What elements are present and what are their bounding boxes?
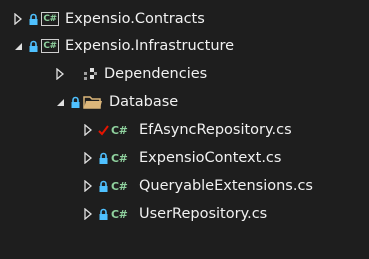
csharp-file-icon: C# — [111, 123, 128, 137]
csharp-project-icon: C# — [41, 12, 59, 26]
csharp-file-icon: C# — [111, 207, 128, 221]
solution-explorer-tree: C# Expensio.Contracts C# Expensio.Infras… — [0, 0, 369, 259]
checked-out-icon — [98, 124, 109, 137]
expand-arrow-icon[interactable] — [54, 68, 66, 80]
collapse-arrow-icon[interactable] — [54, 96, 66, 108]
tree-item-expensio-contracts[interactable]: C# Expensio.Contracts — [0, 5, 369, 33]
dependencies-icon — [82, 67, 98, 81]
tree-item-label: Expensio.Contracts — [65, 11, 205, 27]
expand-arrow-icon[interactable] — [12, 13, 24, 25]
expand-arrow-icon[interactable] — [82, 152, 94, 164]
tree-item-file[interactable]: C# QueryableExtensions.cs — [0, 172, 369, 200]
tree-item-file[interactable]: C# EfAsyncRepository.cs — [0, 116, 369, 144]
expand-arrow-icon[interactable] — [82, 124, 94, 136]
lock-icon — [28, 40, 39, 53]
csharp-project-icon: C# — [41, 39, 59, 53]
tree-item-label: ExpensioContext.cs — [139, 150, 282, 166]
expand-arrow-icon[interactable] — [82, 180, 94, 192]
expand-arrow-icon[interactable] — [82, 208, 94, 220]
tree-item-dependencies[interactable]: Dependencies — [0, 60, 369, 88]
tree-item-label: QueryableExtensions.cs — [139, 178, 313, 194]
collapse-arrow-icon[interactable] — [12, 40, 24, 52]
tree-item-label: Dependencies — [104, 66, 208, 82]
csharp-file-icon: C# — [111, 179, 128, 193]
lock-icon — [98, 180, 109, 193]
tree-item-label: EfAsyncRepository.cs — [139, 122, 292, 138]
lock-icon — [98, 152, 109, 165]
tree-item-file[interactable]: C# UserRepository.cs — [0, 200, 369, 228]
lock-icon — [98, 208, 109, 221]
tree-item-label: UserRepository.cs — [139, 206, 268, 222]
folder-open-icon — [83, 95, 103, 109]
lock-icon — [28, 13, 39, 26]
tree-item-database-folder[interactable]: Database — [0, 88, 369, 116]
tree-item-label: Expensio.Infrastructure — [65, 38, 235, 54]
tree-item-expensio-infrastructure[interactable]: C# Expensio.Infrastructure — [0, 32, 369, 60]
csharp-file-icon: C# — [111, 151, 128, 165]
tree-item-file[interactable]: C# ExpensioContext.cs — [0, 144, 369, 172]
tree-item-label: Database — [109, 94, 179, 110]
lock-icon — [70, 96, 81, 109]
